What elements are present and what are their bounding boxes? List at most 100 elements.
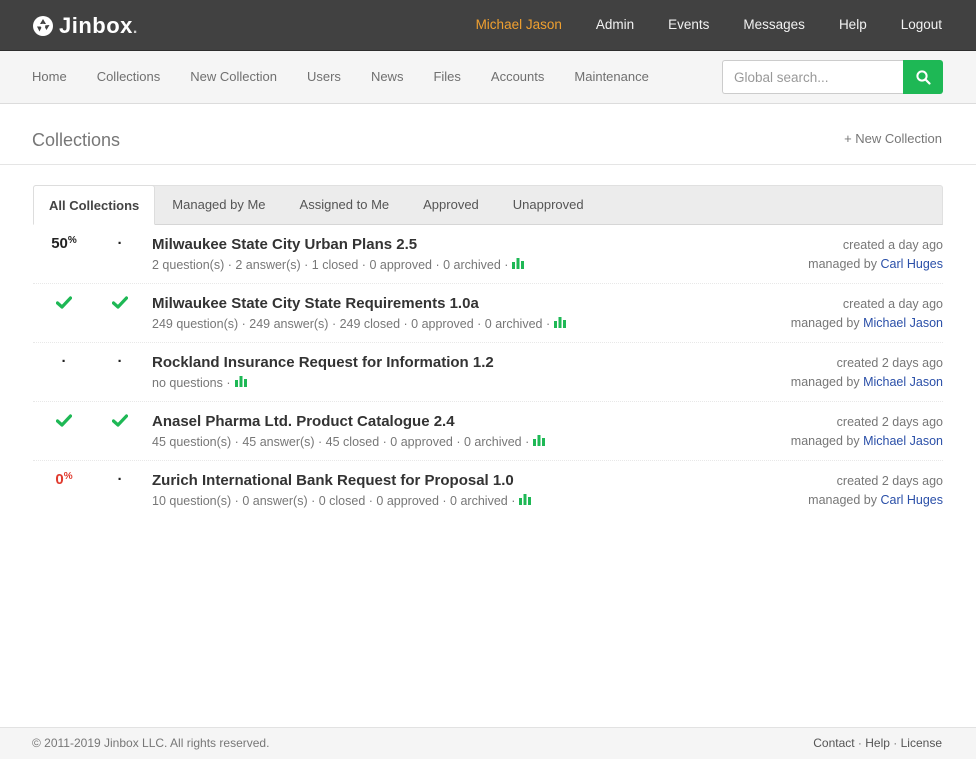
progress-unit: % [67,235,77,246]
subnav-new-collection[interactable]: New Collection [190,69,277,84]
topnav-logout-link[interactable]: Logout [901,17,942,32]
status-dot: · [117,471,123,488]
sub-nav: Home Collections New Collection Users Ne… [0,51,976,104]
collection-stats-text: 2 question(s) · 2 answer(s) · 1 closed ·… [152,257,509,272]
bar-chart-icon[interactable] [533,434,546,449]
topnav-help-link[interactable]: Help [839,17,867,32]
footer-contact-link[interactable]: Contact [813,736,854,750]
tab-approved[interactable]: Approved [406,186,496,224]
collection-stats-text: 10 question(s) · 0 answer(s) · 0 closed … [152,493,516,508]
manager-link[interactable]: Carl Huges [880,493,943,507]
collection-meta: 2 question(s) · 2 answer(s) · 1 closed ·… [152,257,525,272]
created-time: created a day ago [842,297,943,311]
page-title: Collections [32,130,121,150]
collection-meta: 45 question(s) · 45 answer(s) · 45 close… [152,434,546,449]
check-icon [111,414,129,430]
search-button[interactable] [903,60,943,94]
top-nav: Michael Jason Admin Events Messages Help… [476,17,942,32]
created-time: created a day ago [842,238,943,252]
progress-value: 0 [55,471,64,488]
subnav-users[interactable]: Users [307,69,341,84]
status-indicator: 50% [33,235,95,252]
tab-unapproved[interactable]: Unapproved [496,186,601,224]
subnav-files[interactable]: Files [433,69,460,84]
status-indicator [95,412,145,430]
collection-stats-text: 249 question(s) · 249 answer(s) · 249 cl… [152,316,551,331]
global-search-input[interactable] [722,60,903,94]
new-collection-link[interactable]: + New Collection [844,131,942,146]
created-time: created 2 days ago [836,415,943,429]
collection-row: Anasel Pharma Ltd. Product Catalogue 2.4… [33,402,943,461]
tab-managed-by-me[interactable]: Managed by Me [155,186,282,224]
managed-by: managed by Carl Huges [808,491,943,510]
tab-assigned-to-me[interactable]: Assigned to Me [283,186,407,224]
bar-chart-icon[interactable] [234,375,247,390]
collection-details: created 2 days ago managed by Michael Jas… [791,354,943,392]
manager-link[interactable]: Carl Huges [880,257,943,271]
subnav-news[interactable]: News [371,69,404,84]
manager-link[interactable]: Michael Jason [863,375,943,389]
collection-tabs: All Collections Managed by Me Assigned t… [33,185,943,225]
check-icon [111,296,129,312]
managed-by-label: managed by [790,434,860,448]
tab-all-collections[interactable]: All Collections [33,185,156,225]
bar-chart-icon[interactable] [512,257,525,272]
copyright-text: © 2011-2019 Jinbox LLC. All rights reser… [32,736,270,750]
collection-title-link[interactable]: Zurich International Bank Request for Pr… [152,472,531,489]
managed-by-label: managed by [790,316,860,330]
collection-info: Anasel Pharma Ltd. Product Catalogue 2.4… [152,413,546,449]
bar-chart-icon[interactable] [554,316,567,331]
collection-details: created 2 days ago managed by Carl Huges [808,472,943,510]
status-indicator [95,294,145,312]
status-dot: · [61,353,67,370]
topnav-messages-link[interactable]: Messages [743,17,805,32]
collection-details: created a day ago managed by Michael Jaso… [791,295,943,333]
topnav-admin-link[interactable]: Admin [596,17,634,32]
footer-license-link[interactable]: License [901,736,942,750]
subnav-maintenance[interactable]: Maintenance [574,69,648,84]
status-dot: · [117,235,123,252]
subnav-accounts[interactable]: Accounts [491,69,544,84]
status-dot: · [117,353,123,370]
status-indicator: · [95,235,145,253]
managed-by-label: managed by [808,257,877,271]
page-header: Collections + New Collection [0,104,976,165]
collection-info: Zurich International Bank Request for Pr… [152,472,532,508]
collection-row: · · Rockland Insurance Request for Informa… [33,343,943,402]
manager-link[interactable]: Michael Jason [863,316,943,330]
search-icon [915,69,931,85]
collection-meta: 10 question(s) · 0 answer(s) · 0 closed … [152,493,532,508]
footer-help-link[interactable]: Help [865,736,890,750]
managed-by: managed by Michael Jason [791,314,943,333]
created-time: created 2 days ago [836,474,943,488]
collection-list: 50% · Milwaukee State City Urban Plans 2.5… [33,225,943,520]
collection-details: created a day ago managed by Carl Huges [808,236,943,274]
status-indicator: · [33,353,95,371]
app-logo[interactable]: Jinbox. [32,13,138,39]
logo-dot: . [132,20,138,37]
managed-by-label: managed by [808,493,877,507]
subnav-collections[interactable]: Collections [97,69,161,84]
collection-row: 0% · Zurich International Bank Request for… [33,461,943,520]
subnav-home[interactable]: Home [32,69,67,84]
top-bar: Jinbox. Michael Jason Admin Events Messa… [0,0,976,51]
collection-title-link[interactable]: Milwaukee State City Urban Plans 2.5 [152,236,524,253]
collection-meta: 249 question(s) · 249 answer(s) · 249 cl… [152,316,567,331]
collection-info: Milwaukee State City State Requirements … [152,295,567,331]
progress-value: 50 [51,235,68,252]
collection-info: Rockland Insurance Request for Informati… [152,354,494,390]
collection-stats-text: no questions · [152,375,231,390]
managed-by: managed by Carl Huges [808,255,943,274]
status-indicator: · [95,353,145,371]
collection-title-link[interactable]: Milwaukee State City State Requirements … [152,295,566,312]
collection-row: Milwaukee State City State Requirements … [33,284,943,343]
manager-link[interactable]: Michael Jason [863,434,943,448]
collection-title-link[interactable]: Anasel Pharma Ltd. Product Catalogue 2.4 [152,413,545,430]
collection-title-link[interactable]: Rockland Insurance Request for Informati… [152,354,494,371]
topnav-events-link[interactable]: Events [668,17,709,32]
managed-by: managed by Michael Jason [791,432,943,451]
bar-chart-icon[interactable] [519,493,532,508]
managed-by: managed by Michael Jason [791,373,943,392]
footer-separator: · [854,736,866,750]
topnav-user-link[interactable]: Michael Jason [476,17,562,32]
